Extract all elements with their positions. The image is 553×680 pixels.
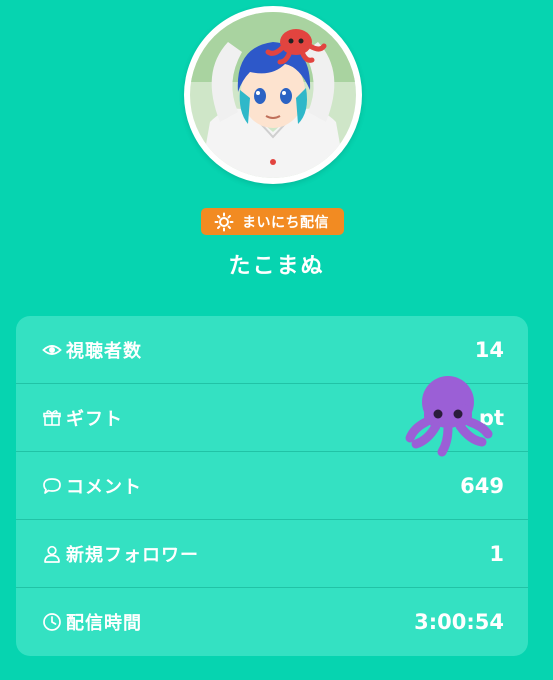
streamer-avatar [184, 6, 362, 184]
daily-stream-badge: まいにち配信 [201, 208, 344, 235]
stat-value: 1 [489, 541, 504, 566]
streamer-name: たこまぬ [228, 254, 325, 279]
clock-icon [42, 612, 62, 632]
avatar-image [190, 12, 356, 178]
stat-label: ギフト [66, 408, 123, 430]
stat-value: 649 [460, 473, 504, 498]
stat-row-duration: 配信時間 3:00:54 [16, 588, 528, 656]
stat-label: コメント [66, 476, 142, 498]
stat-value: 3:00:54 [414, 610, 504, 634]
stat-value: 14 [474, 337, 504, 362]
badge-label: まいにち配信 [242, 214, 329, 231]
eye-icon [42, 340, 62, 360]
stat-label: 新規フォロワー [66, 544, 199, 566]
stat-row-followers: 新規フォロワー 1 [16, 520, 528, 588]
octopus-icon [405, 376, 493, 457]
person-icon [42, 544, 62, 564]
stat-label: 視聴者数 [66, 340, 142, 362]
stats-card: 視聴者数 14 ギフト pt コメント 649 新規フォロワー 1 配信時間 3… [16, 316, 528, 656]
gift-icon [42, 408, 62, 428]
stat-label: 配信時間 [66, 613, 142, 634]
sun-icon [214, 212, 234, 231]
comment-icon [42, 476, 62, 496]
